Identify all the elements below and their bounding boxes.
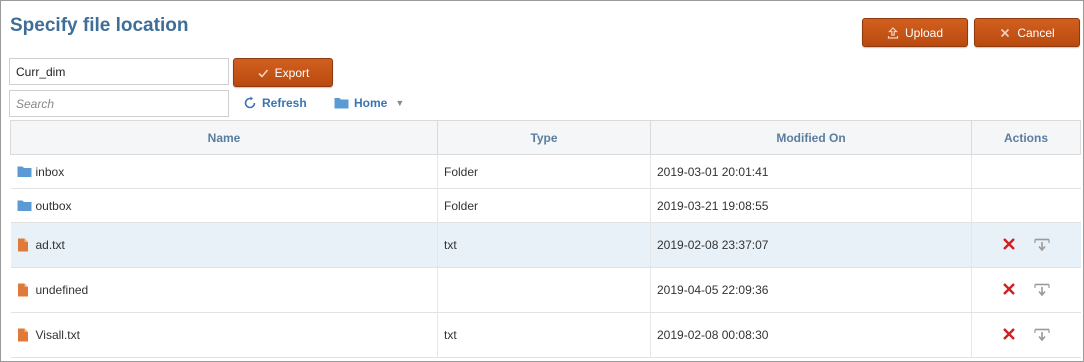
file-icon	[17, 238, 32, 252]
table-row[interactable]: ad.txt txt 2019-02-08 23:37:07	[10, 222, 1081, 268]
column-header-actions: Actions	[971, 120, 1081, 155]
refresh-label: Refresh	[262, 96, 307, 110]
export-button[interactable]: Export	[233, 58, 333, 87]
file-name[interactable]: undefined	[36, 283, 89, 297]
download-icon[interactable]	[1034, 327, 1050, 343]
table-header-row: Name Type Modified On Actions	[10, 120, 1081, 155]
file-type	[437, 267, 651, 313]
file-name[interactable]: inbox	[36, 165, 65, 179]
folder-icon	[334, 97, 349, 109]
delete-x-icon[interactable]	[1002, 282, 1018, 298]
refresh-icon	[243, 96, 257, 110]
home-label: Home	[354, 96, 388, 110]
column-header-type[interactable]: Type	[437, 120, 651, 155]
export-button-label: Export	[274, 65, 310, 80]
chevron-down-icon[interactable]: ▼	[395, 98, 404, 108]
checkmark-icon	[257, 67, 269, 79]
table-row[interactable]: Visall.txt txt 2019-02-08 00:08:30	[10, 312, 1081, 358]
file-modified: 2019-03-21 19:08:55	[650, 188, 972, 223]
file-name[interactable]: outbox	[36, 199, 72, 213]
table-row[interactable]: undefined 2019-04-05 22:09:36	[10, 267, 1081, 313]
table-row[interactable]: inbox Folder 2019-03-01 20:01:41	[10, 154, 1081, 189]
file-actions	[971, 188, 1081, 223]
file-modified: 2019-03-01 20:01:41	[650, 154, 972, 189]
delete-x-icon[interactable]	[1002, 237, 1018, 253]
file-name[interactable]: Visall.txt	[36, 328, 80, 342]
file-icon	[17, 283, 32, 297]
file-icon	[17, 328, 32, 342]
download-icon[interactable]	[1034, 237, 1050, 253]
folder-icon	[17, 165, 32, 179]
folder-icon	[17, 199, 32, 213]
file-type: txt	[437, 312, 651, 358]
cancel-button[interactable]: Cancel	[974, 18, 1080, 47]
page-title: Specify file location	[10, 15, 189, 36]
file-type: txt	[437, 222, 651, 268]
close-icon	[999, 27, 1011, 39]
refresh-link[interactable]: Refresh	[243, 96, 307, 110]
file-name[interactable]: ad.txt	[36, 238, 65, 252]
table-row[interactable]: outbox Folder 2019-03-21 19:08:55	[10, 188, 1081, 223]
column-header-name[interactable]: Name	[10, 120, 438, 155]
upload-button-label: Upload	[904, 25, 944, 40]
upload-icon	[887, 26, 899, 39]
file-modified: 2019-02-08 23:37:07	[650, 222, 972, 268]
delete-x-icon[interactable]	[1002, 327, 1018, 343]
column-header-modified[interactable]: Modified On	[650, 120, 972, 155]
filename-input[interactable]	[9, 58, 229, 85]
file-type: Folder	[437, 188, 651, 223]
file-modified: 2019-04-05 22:09:36	[650, 267, 972, 313]
search-input[interactable]	[9, 90, 229, 117]
file-modified: 2019-02-08 00:08:30	[650, 312, 972, 358]
download-icon[interactable]	[1034, 282, 1050, 298]
file-type: Folder	[437, 154, 651, 189]
upload-button[interactable]: Upload	[862, 18, 968, 47]
cancel-button-label: Cancel	[1017, 25, 1055, 40]
file-table: Name Type Modified On Actions inbox Fold…	[10, 120, 1081, 358]
dialog: Specify file location Upload Cancel Expo…	[0, 0, 1084, 362]
file-actions	[971, 154, 1081, 189]
home-breadcrumb[interactable]: Home ▼	[334, 96, 404, 110]
